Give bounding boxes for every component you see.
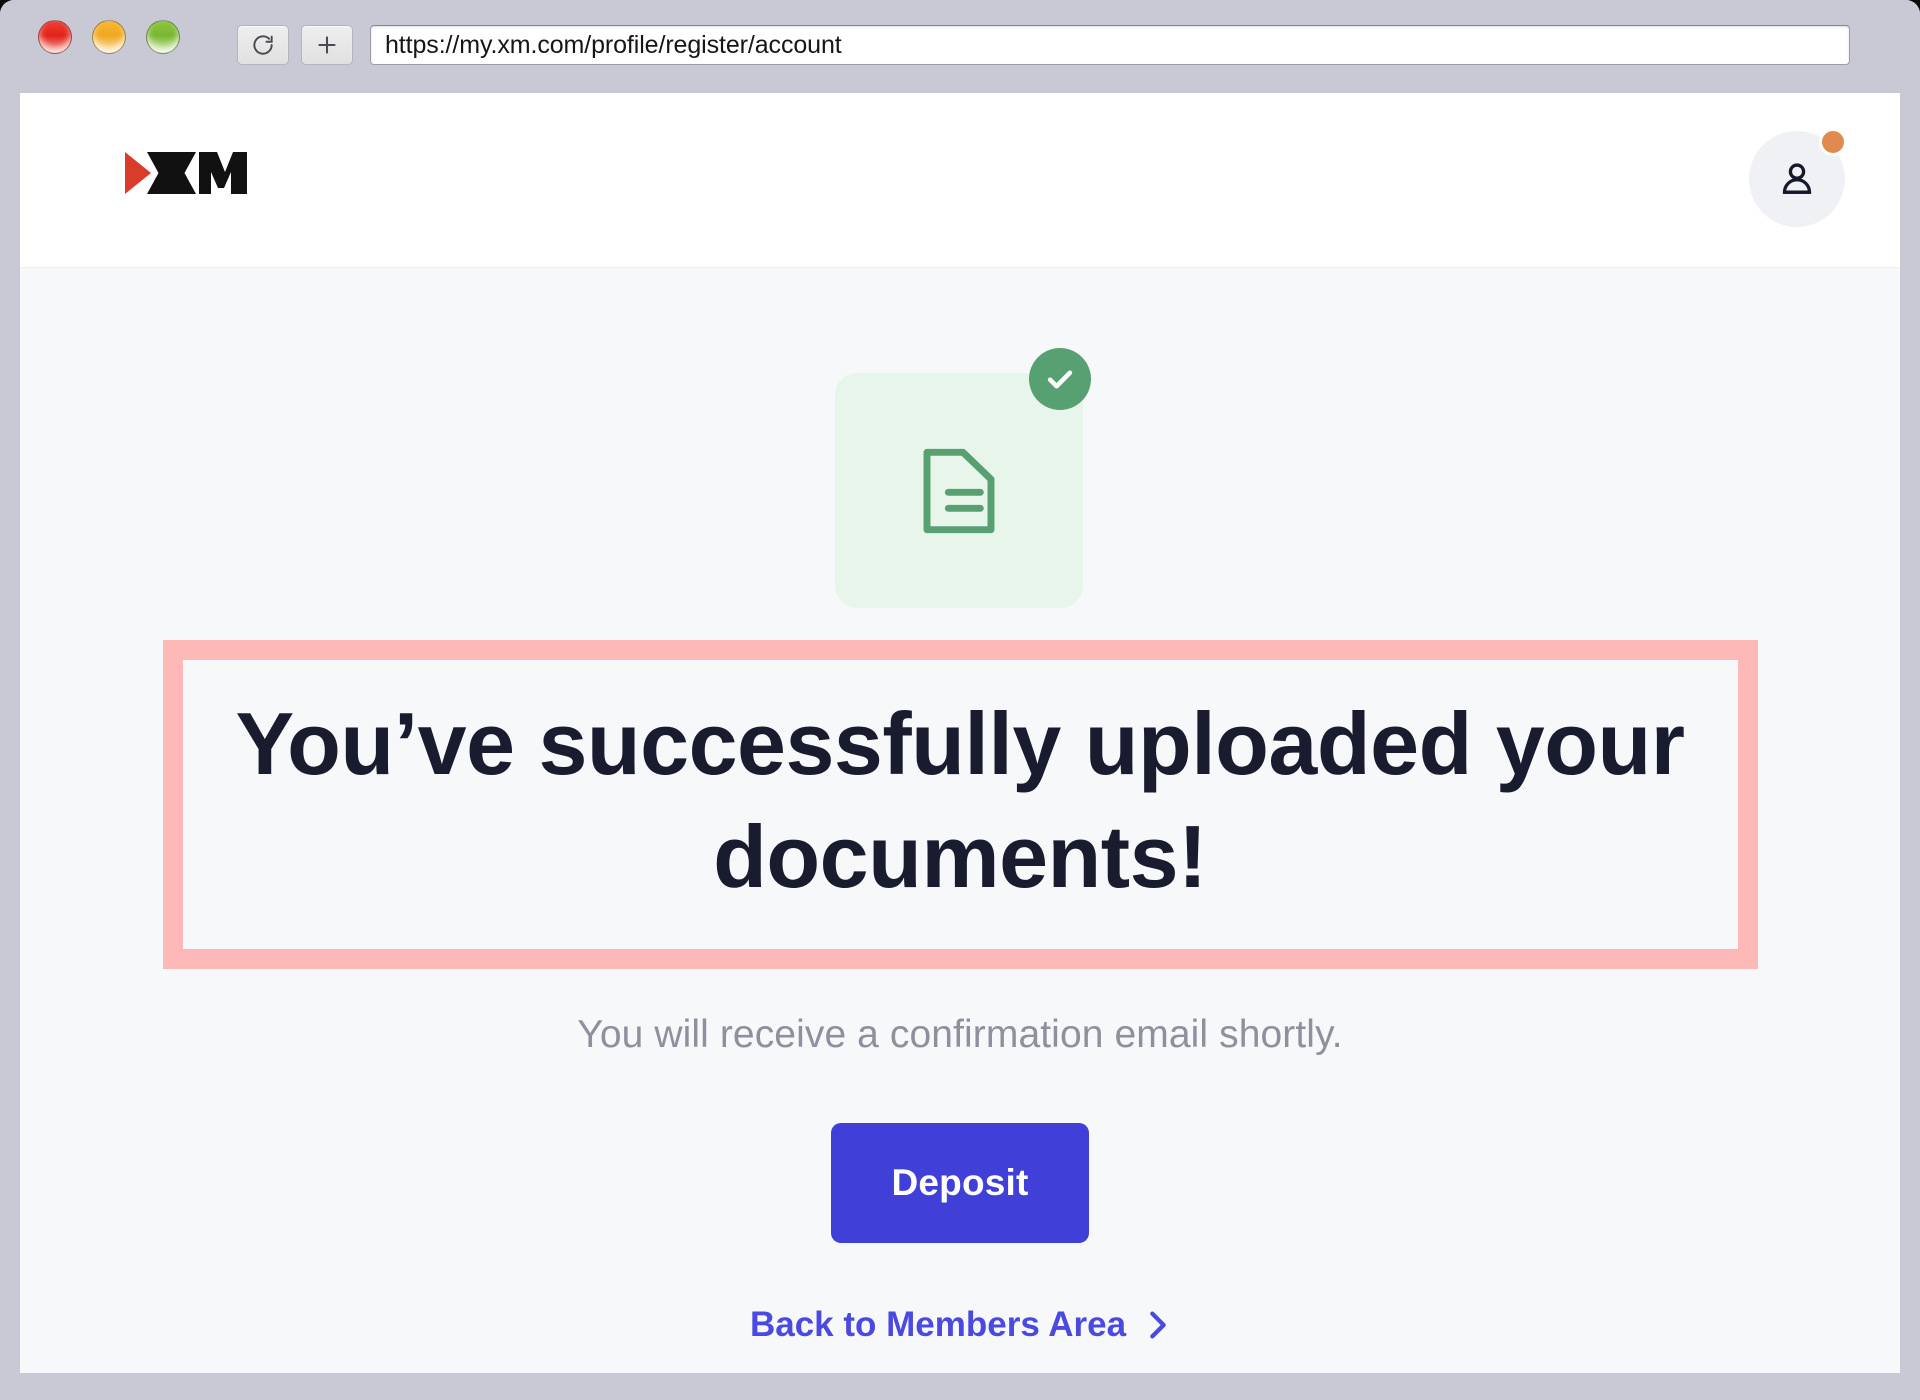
main-content: You’ve successfully uploaded your docume… [20,268,1900,1373]
page-title: You’ve successfully uploaded your docume… [235,694,1685,906]
address-bar[interactable]: https://my.xm.com/profile/register/accou… [370,25,1850,65]
zoom-button[interactable] [146,20,180,54]
browser-toolbar: https://my.xm.com/profile/register/accou… [0,0,1920,93]
minimize-button[interactable] [92,20,126,54]
plus-icon [314,32,340,58]
document-tile [835,373,1083,608]
site-header [20,93,1900,268]
browser-window: https://my.xm.com/profile/register/accou… [0,0,1920,1400]
account-menu[interactable] [1749,128,1847,227]
user-icon [1775,157,1819,201]
url-text: https://my.xm.com/profile/register/accou… [385,30,842,59]
reload-button[interactable] [237,25,289,65]
notification-badge[interactable] [1819,128,1847,156]
window-traffic-lights [38,20,180,54]
close-button[interactable] [38,20,72,54]
chevron-right-icon [1146,1308,1170,1342]
upload-status-illustration [835,348,1091,608]
headline-highlight-box: You’ve successfully uploaded your docume… [162,640,1758,970]
back-to-members-area-label: Back to Members Area [749,1305,1127,1345]
new-tab-button[interactable] [301,25,353,65]
back-to-members-area-link[interactable]: Back to Members Area [750,1305,1170,1345]
page-viewport: You’ve successfully uploaded your docume… [20,93,1900,1373]
xm-logo[interactable] [125,148,247,198]
deposit-button[interactable]: Deposit [831,1123,1089,1244]
page-subtitle: You will receive a confirmation email sh… [577,1013,1343,1057]
check-circle-icon [1029,348,1091,410]
reload-icon [250,32,276,58]
document-icon [913,443,1005,539]
